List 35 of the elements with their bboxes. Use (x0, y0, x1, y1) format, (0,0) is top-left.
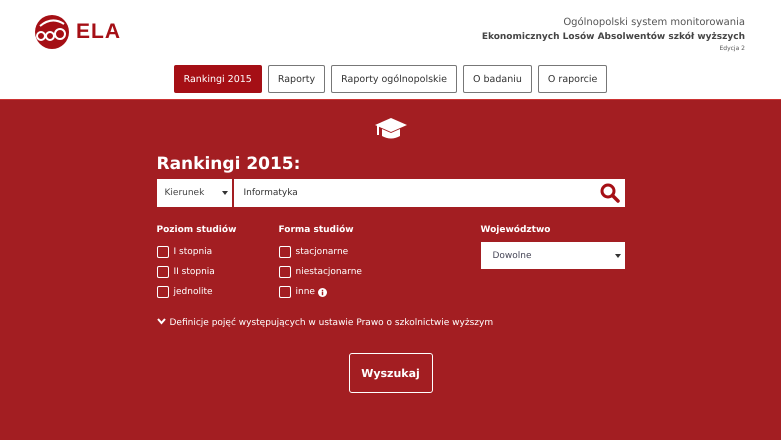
nav-tab[interactable]: O raporcie (538, 65, 608, 93)
graduation-cap-icon (374, 117, 408, 141)
info-icon[interactable] (318, 288, 327, 296)
checkbox[interactable] (278, 246, 290, 258)
logo-icon (32, 14, 72, 50)
checkbox[interactable] (278, 286, 290, 298)
checkbox[interactable] (278, 266, 290, 278)
checkbox-label: inne (296, 287, 315, 297)
filter-heading: Województwo (480, 225, 552, 235)
nav-tab[interactable]: Raporty (268, 65, 326, 93)
filter-heading: Poziom studiów (156, 225, 238, 235)
caret-icon (222, 191, 228, 195)
nav-tab[interactable]: Rankingi 2015 (174, 65, 262, 93)
caret-icon (614, 254, 620, 258)
checkbox[interactable] (156, 246, 168, 258)
tagline-text: Ogólnopolski system monitorowania (563, 16, 745, 30)
filter-heading: Forma studiów (278, 225, 355, 235)
checkbox-label: stacjonarne (296, 247, 348, 257)
definitions-link[interactable]: Definicje pojęć występujących w ustawie Prawo o szkolnictwie wyższym (156, 318, 624, 328)
checkbox-label: II stopnia (174, 267, 215, 277)
checkbox-label: I stopnia (174, 247, 212, 257)
region-select[interactable]: Dowolne (480, 242, 624, 269)
section-title: Rankingi 2015: (156, 154, 302, 176)
logo-text: ELA (76, 20, 121, 44)
type-select[interactable]: Kierunek (156, 179, 232, 207)
checkbox-label: niestacjonarne (296, 267, 362, 277)
checkbox[interactable] (156, 286, 168, 298)
search-field[interactable]: Informatyka (234, 179, 624, 207)
search-button[interactable]: Wyszukaj (348, 353, 432, 393)
nav-tab[interactable]: O badaniu (463, 65, 532, 93)
nav-tab[interactable]: Raporty ogólnopolskie (331, 65, 458, 93)
checkbox-label: jednolite (174, 287, 213, 297)
checkbox[interactable] (156, 266, 168, 278)
search-icon[interactable] (600, 183, 620, 203)
tagline-text: Ekonomicznych Losów Absolwentów szkół wyższych (482, 30, 745, 44)
